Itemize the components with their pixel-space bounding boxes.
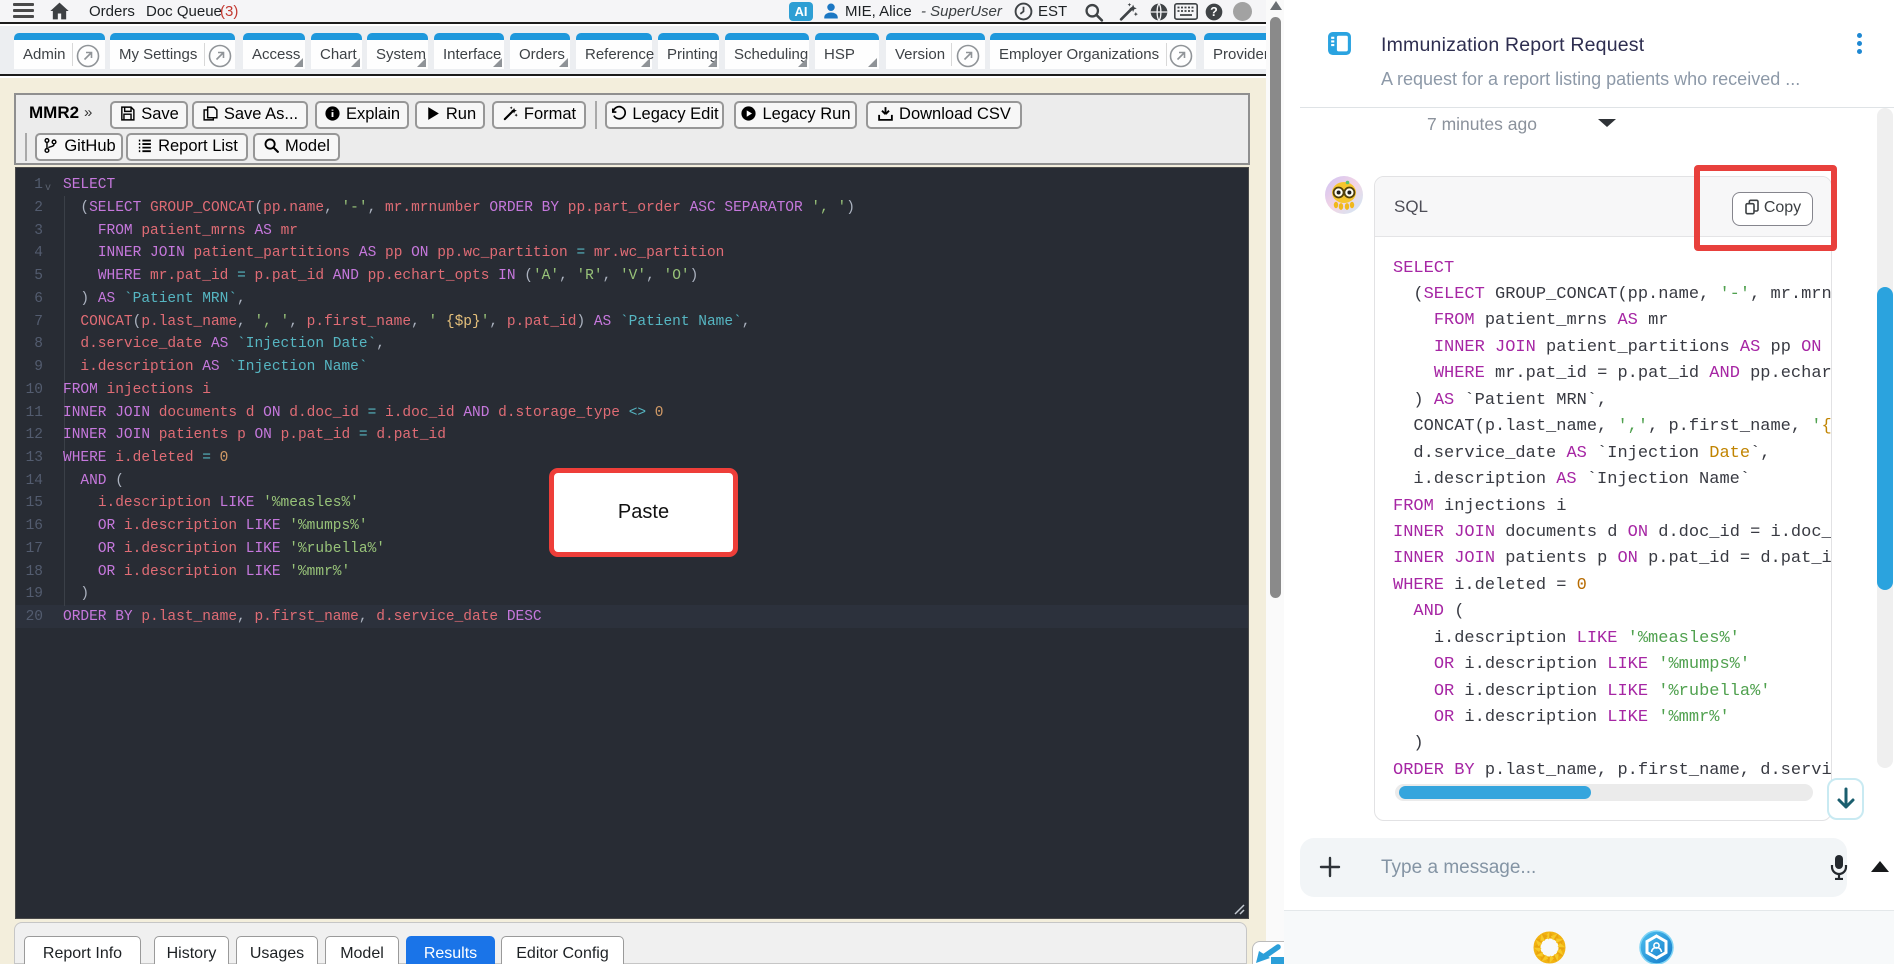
svg-text:?: ? <box>1210 5 1218 19</box>
